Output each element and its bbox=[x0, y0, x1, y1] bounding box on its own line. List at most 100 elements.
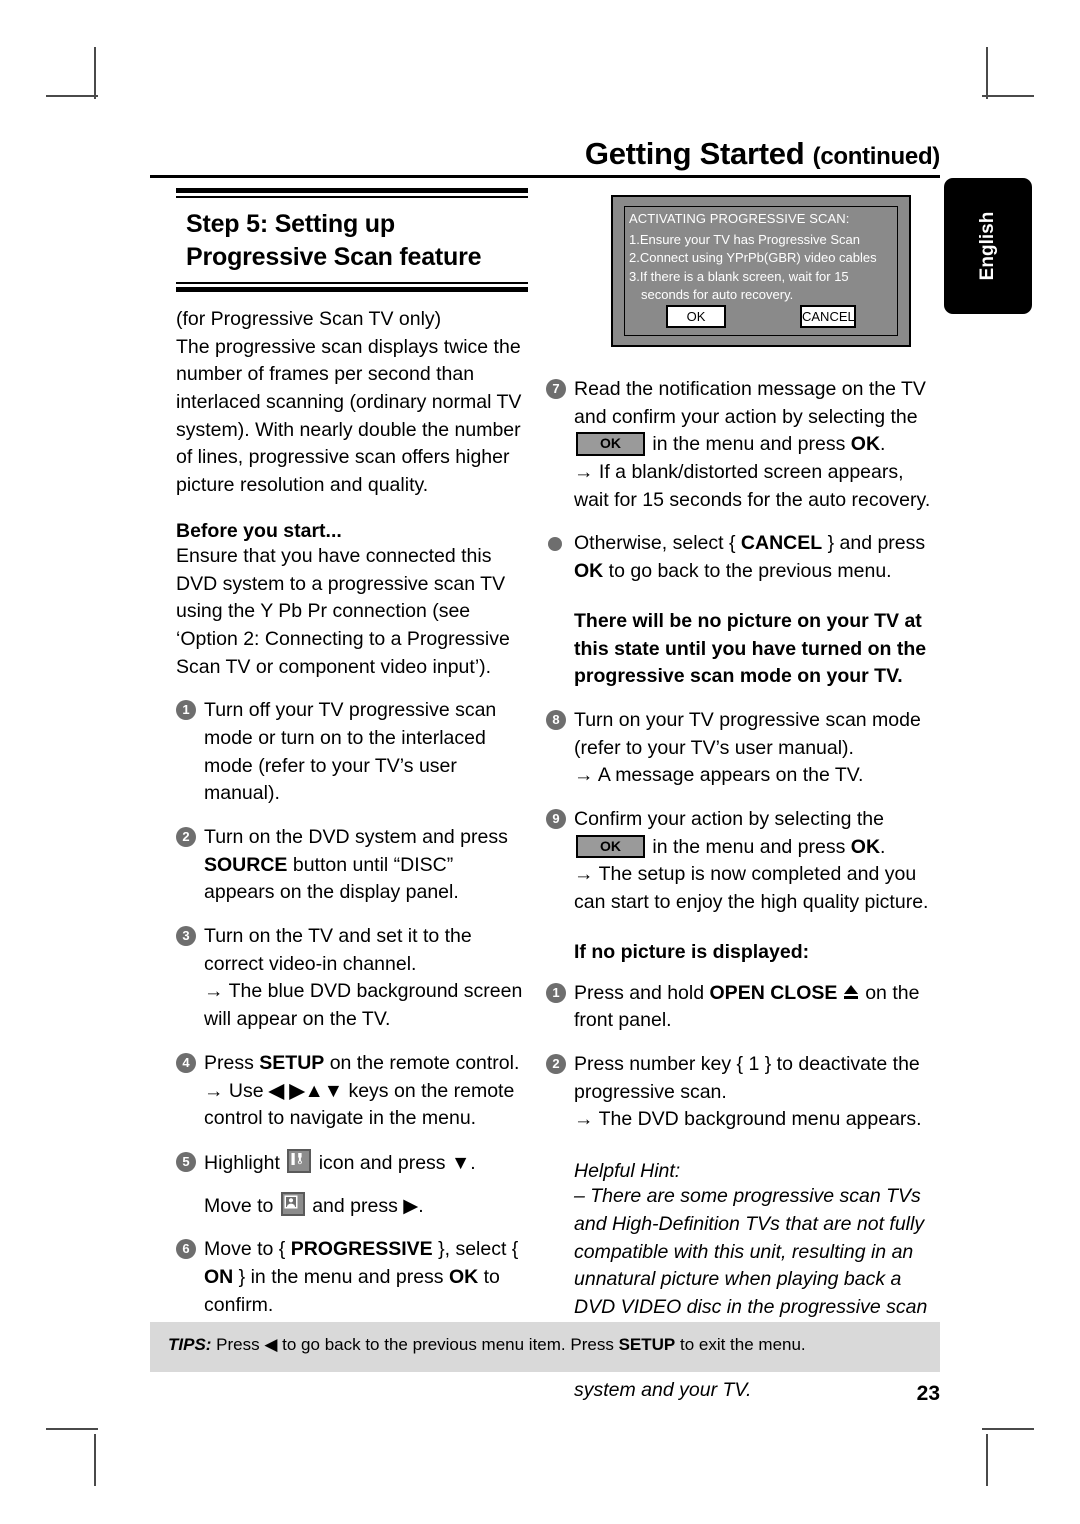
step-8-text: Turn on your TV progressive scan mode (r… bbox=[574, 708, 921, 759]
crop-mark-bottom-right-horizontal bbox=[982, 1428, 1034, 1430]
no-picture-step-number-2: 2 bbox=[546, 1054, 566, 1075]
no-picture-step-2: 2 Press number key { 1 } to deactivate th… bbox=[546, 1051, 940, 1134]
section-title-line2: Progressive Scan feature bbox=[186, 243, 482, 271]
step-number-9: 9 bbox=[546, 808, 566, 829]
no-picture-step-1-text-before: Press and hold bbox=[574, 981, 710, 1004]
bullet-dot-icon bbox=[548, 537, 562, 552]
step-3-result: The blue DVD background screen will appe… bbox=[204, 980, 523, 1031]
intro-body: The progressive scan displays twice the … bbox=[176, 335, 522, 497]
step-7-text-mid: in the menu and press bbox=[647, 433, 851, 456]
result-arrow-icon: → bbox=[204, 1079, 224, 1102]
no-picture-step-2-result: The DVD background menu appears. bbox=[598, 1108, 922, 1131]
tips-footer-bar: TIPS: Press ◀ to go back to the previous… bbox=[150, 1322, 940, 1372]
before-you-start-body: Ensure that you have connected this DVD … bbox=[176, 544, 510, 678]
bullet-text-before: Otherwise, select { bbox=[574, 532, 741, 555]
step-6-bold-on: ON bbox=[204, 1265, 234, 1288]
step-7-bold-ok: OK bbox=[850, 433, 881, 456]
section-rule-top bbox=[176, 188, 528, 198]
step-7: 7 Read the notification message on the TV… bbox=[546, 376, 940, 514]
step-number-7: 7 bbox=[546, 379, 566, 399]
crop-mark-bottom-left-vertical bbox=[94, 1434, 96, 1486]
step-4-text-before: Press bbox=[204, 1051, 260, 1074]
step-number-8: 8 bbox=[546, 709, 566, 730]
result-arrow-icon: → bbox=[574, 863, 594, 886]
page-title-main: Getting Started bbox=[584, 136, 805, 171]
document-page: Getting Started (continued) Step 5: Sett… bbox=[150, 0, 940, 1524]
step-3: 3 Turn on the TV and set it to the correc… bbox=[176, 923, 528, 1034]
step-5-line1-before: Highlight bbox=[204, 1151, 286, 1174]
step-4-text-after: on the remote control. bbox=[324, 1051, 520, 1074]
page-title: Getting Started (continued) bbox=[150, 136, 940, 172]
step-6-bold-ok: OK bbox=[448, 1265, 479, 1288]
tips-text-mid: to go back to the previous menu item. Pr… bbox=[277, 1335, 619, 1354]
no-picture-step-1-bold: OPEN CLOSE bbox=[709, 981, 838, 1004]
step-1: 1 Turn off your TV progressive scan mode… bbox=[176, 697, 528, 808]
step-number-5: 5 bbox=[176, 1151, 196, 1172]
no-picture-step-2-text: Press number key { 1 } to deactivate the… bbox=[574, 1053, 920, 1103]
ok-menu-badge: OK bbox=[576, 432, 645, 456]
step-4-bold-setup: SETUP bbox=[259, 1051, 325, 1074]
step-number-2: 2 bbox=[176, 827, 196, 847]
helpful-hint-heading: Helpful Hint: bbox=[574, 1160, 681, 1183]
section-title: Step 5: Setting up Progressive Scan feat… bbox=[176, 198, 528, 282]
navigation-keys-icon: ◀ ▶▲▼ bbox=[269, 1079, 344, 1102]
intro-paren: (for Progressive Scan TV only) bbox=[176, 308, 442, 330]
crop-mark-top-right-vertical bbox=[986, 47, 988, 99]
section-rule-bottom bbox=[176, 282, 528, 292]
page-header: Getting Started (continued) bbox=[150, 136, 940, 172]
step-8: 8 Turn on your TV progressive scan mode (… bbox=[546, 707, 940, 790]
header-divider bbox=[150, 175, 940, 178]
step-5: 5 Highlight icon and press ▼. Move to and… bbox=[176, 1148, 528, 1220]
tools-icon bbox=[287, 1148, 312, 1173]
step-9-result: The setup is now completed and you can s… bbox=[574, 863, 929, 913]
bullet-text-after: to go back to the previous menu. bbox=[603, 560, 892, 583]
step-2: 2 Turn on the DVD system and press SOURCE… bbox=[176, 824, 528, 907]
step-5-line1-after: icon and press ▼. bbox=[313, 1151, 476, 1174]
step-6-text-mid2: } in the menu and press bbox=[233, 1265, 449, 1288]
left-arrow-icon: ◀ bbox=[264, 1335, 278, 1354]
warning-callout: There will be no picture on your TV at t… bbox=[574, 609, 927, 688]
bullet-bold-ok: OK bbox=[574, 560, 604, 583]
no-picture-heading: If no picture is displayed: bbox=[574, 940, 810, 963]
result-arrow-icon: → bbox=[204, 980, 224, 1003]
page-number: 23 bbox=[916, 1382, 940, 1405]
result-arrow-icon: → bbox=[574, 1108, 594, 1131]
otherwise-bullet-item: Otherwise, select { CANCEL } and press O… bbox=[546, 530, 940, 585]
right-column: 7 Read the notification message on the TV… bbox=[546, 188, 940, 1405]
step-7-result: If a blank/distorted screen appears, wai… bbox=[574, 461, 931, 511]
bullet-bold-cancel: CANCEL bbox=[740, 532, 823, 555]
language-tab-label: English bbox=[977, 211, 998, 281]
step-4-result-before: Use bbox=[228, 1079, 270, 1102]
preferences-person-icon bbox=[280, 1191, 305, 1216]
step-9-text-mid: in the menu and press bbox=[647, 835, 851, 858]
step-number-6: 6 bbox=[176, 1239, 196, 1260]
crop-mark-top-left-horizontal bbox=[46, 95, 98, 97]
step-5-line2-after: and press ▶. bbox=[306, 1194, 424, 1217]
before-you-start-heading: Before you start... bbox=[176, 519, 342, 542]
crop-mark-top-left-vertical bbox=[94, 47, 96, 99]
step-8-result: A message appears on the TV. bbox=[597, 764, 864, 787]
section-title-line1: Step 5: Setting up bbox=[186, 210, 395, 238]
step-6-text-mid: }, select { bbox=[432, 1238, 519, 1261]
no-picture-step-1: 1 Press and hold OPEN CLOSE on the front … bbox=[546, 980, 940, 1035]
step-3-text: Turn on the TV and set it to the correct… bbox=[204, 925, 472, 975]
step-6-text-before: Move to { bbox=[204, 1238, 291, 1261]
result-arrow-icon: → bbox=[574, 461, 594, 484]
step-6-bold-progressive: PROGRESSIVE bbox=[290, 1238, 433, 1261]
step-4: 4 Press SETUP on the remote control. → Us… bbox=[176, 1050, 528, 1133]
crop-mark-top-right-horizontal bbox=[982, 95, 1034, 97]
step-2-bold-source: SOURCE bbox=[204, 853, 288, 876]
step-9-text-before: Confirm your action by selecting the bbox=[574, 807, 884, 830]
step-6: 6 Move to { PROGRESSIVE }, select { ON } … bbox=[176, 1236, 528, 1319]
step-9-text-after: . bbox=[880, 835, 886, 858]
tips-bold-setup: SETUP bbox=[618, 1335, 676, 1354]
eject-icon bbox=[843, 984, 860, 1001]
crop-mark-bottom-left-horizontal bbox=[46, 1428, 98, 1430]
step-2-text-before: Turn on the DVD system and press bbox=[204, 826, 508, 848]
step-7-text-after: . bbox=[880, 433, 886, 456]
no-picture-step-number-1: 1 bbox=[546, 982, 566, 1003]
step-number-1: 1 bbox=[176, 700, 196, 721]
crop-mark-bottom-right-vertical bbox=[986, 1434, 988, 1486]
step-9-bold-ok: OK bbox=[850, 835, 881, 858]
ok-menu-badge: OK bbox=[576, 834, 645, 859]
